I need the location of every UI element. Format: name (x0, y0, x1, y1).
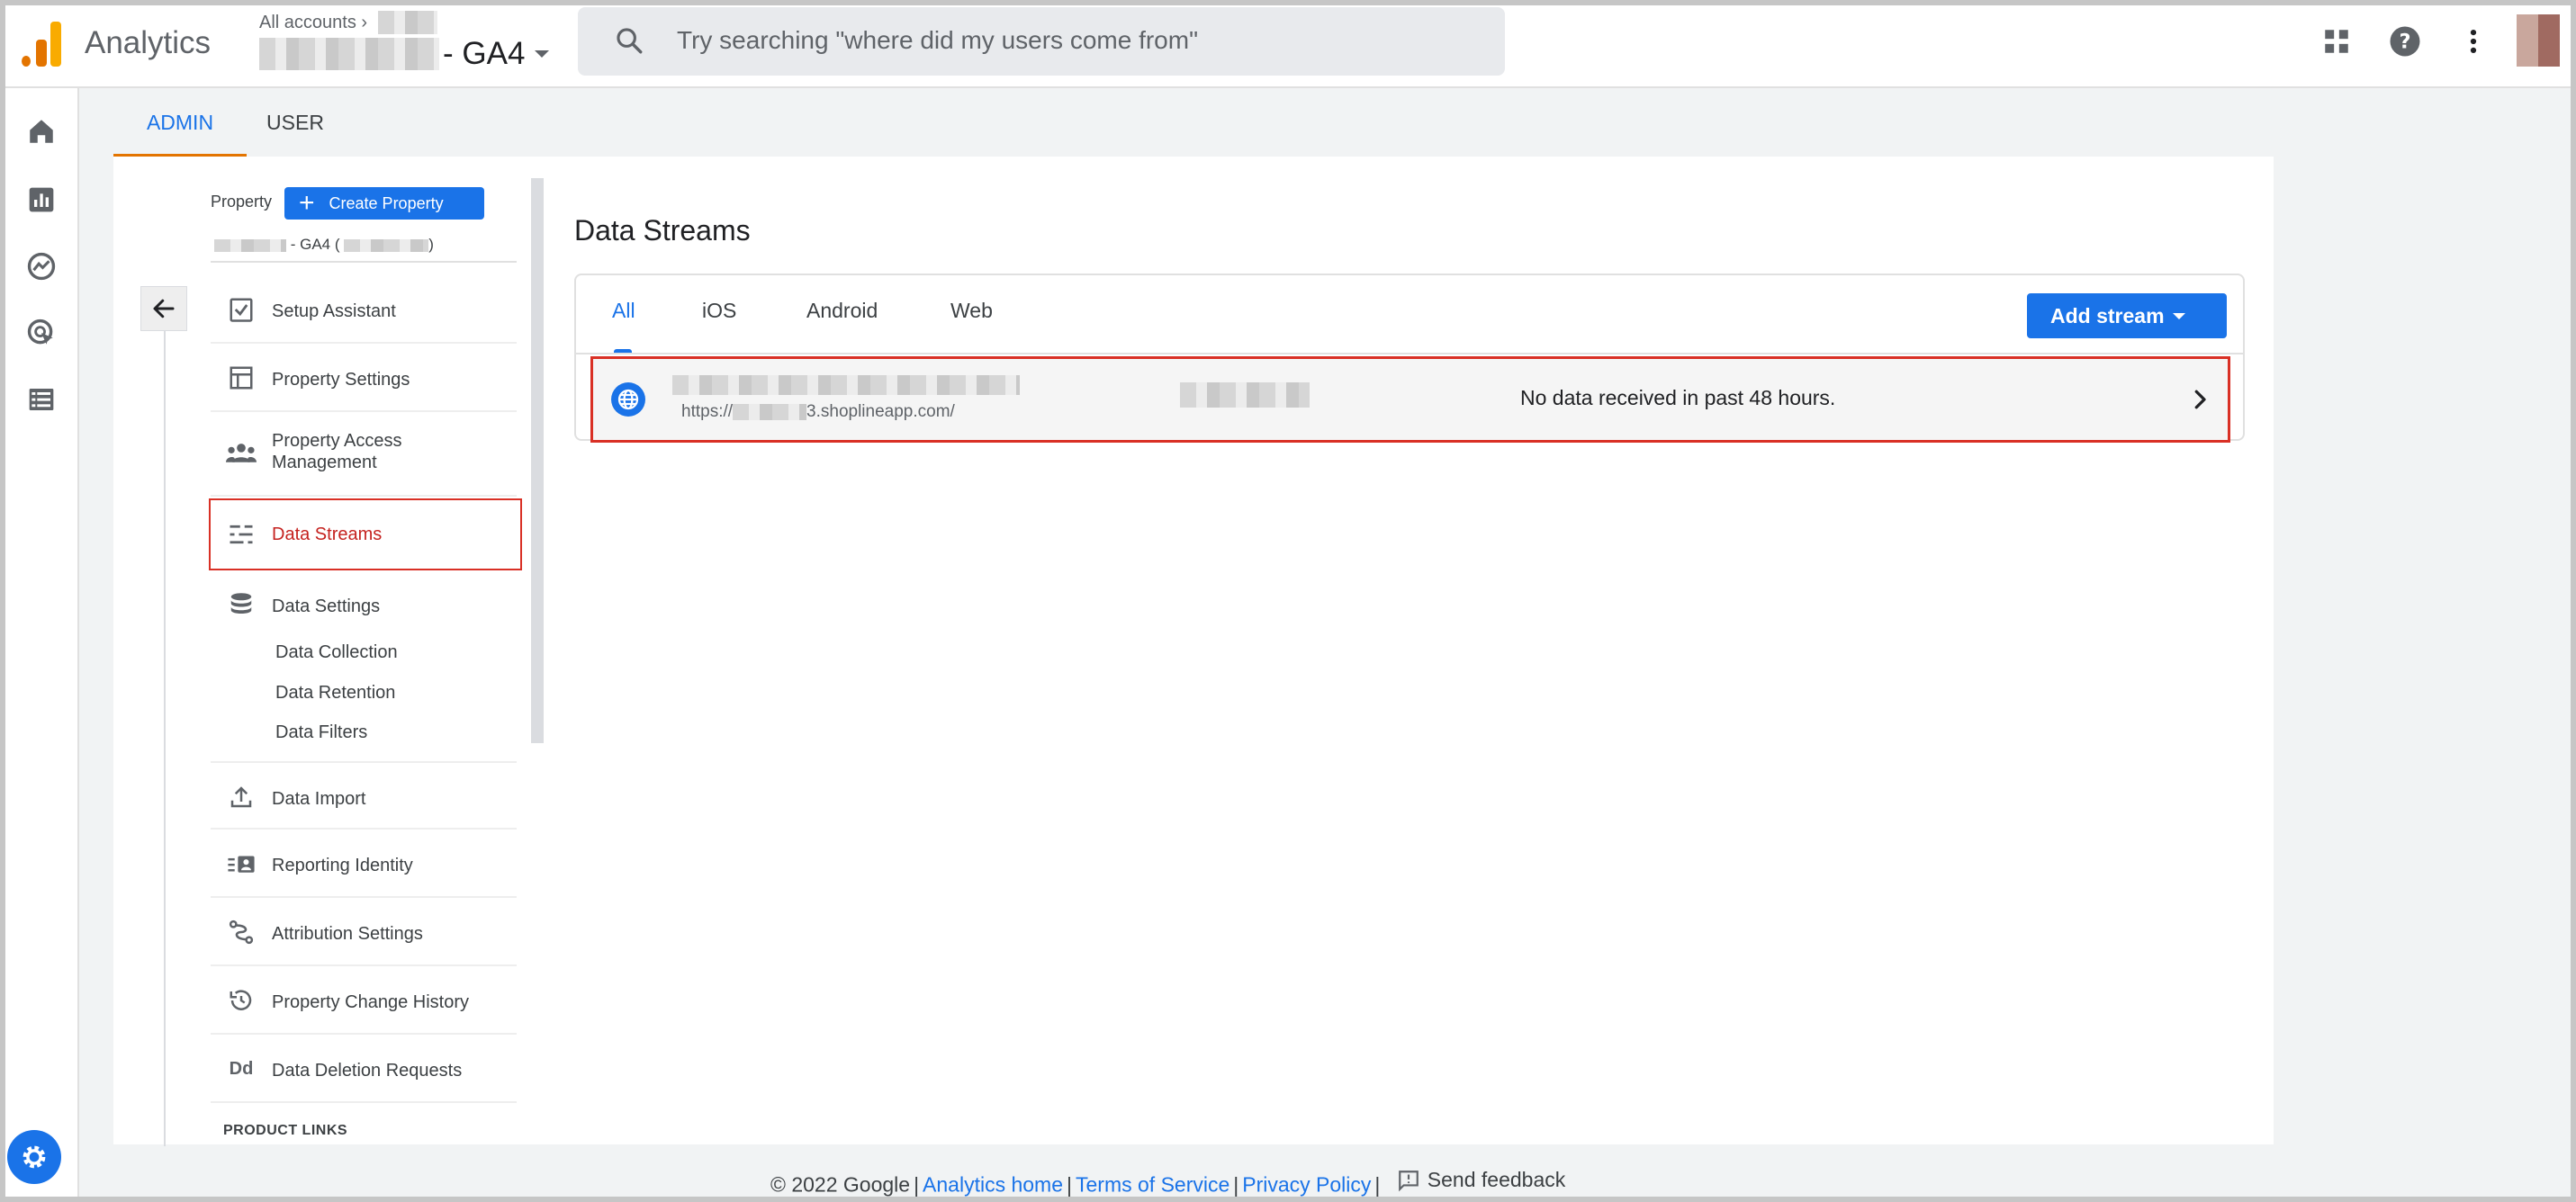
redacted-account-name (378, 11, 437, 34)
nav-data-settings[interactable]: Data Settings (211, 570, 517, 641)
reports-icon[interactable] (23, 182, 59, 218)
top-bar: Analytics All accounts › - GA4 ? (5, 5, 2571, 88)
configure-list-icon[interactable] (23, 381, 59, 417)
property-divider (211, 261, 517, 263)
nav-label: Data Streams (272, 525, 383, 544)
tab-android[interactable]: Android (806, 299, 878, 323)
people-icon (225, 437, 257, 470)
account-avatar[interactable] (2517, 14, 2560, 67)
history-icon (225, 984, 257, 1017)
property-dropdown-icon[interactable] (535, 50, 549, 58)
redacted-property-prefix (214, 238, 286, 252)
back-button[interactable] (140, 286, 187, 331)
redacted-url-part (733, 403, 807, 420)
arrow-back-icon (153, 299, 175, 318)
data-streams-icon (225, 518, 257, 551)
search-input[interactable] (675, 20, 1471, 61)
database-icon (225, 588, 257, 621)
nav-label: Reporting Identity (272, 856, 413, 875)
tab-admin[interactable]: ADMIN (113, 88, 247, 157)
advertising-icon[interactable] (23, 315, 59, 351)
nav-label: Setup Assistant (272, 301, 396, 321)
upload-icon (225, 781, 257, 813)
admin-gear-icon[interactable] (7, 1130, 61, 1184)
tab-web[interactable]: Web (950, 299, 993, 323)
sub-item-data-collection[interactable]: Data Collection (275, 642, 398, 663)
property-settings-icon (225, 362, 257, 394)
plus-icon: + (299, 188, 315, 218)
page-title: Data Streams (574, 214, 751, 247)
nav-data-deletion-requests[interactable]: Dd Data Deletion Requests (211, 1035, 517, 1103)
tab-ios[interactable]: iOS (702, 299, 736, 323)
nav-property-settings[interactable]: Property Settings (211, 344, 517, 412)
redacted-property-name (259, 38, 439, 70)
nav-attribution-settings[interactable]: Attribution Settings (211, 898, 517, 966)
property-label: Property (211, 193, 273, 211)
stream-url: https://3.shoplineapp.com/ (681, 402, 955, 421)
nav-property-change-history[interactable]: Property Change History (211, 966, 517, 1035)
all-accounts-breadcrumb[interactable]: All accounts › (259, 13, 367, 33)
nav-reporting-identity[interactable]: Reporting Identity (211, 830, 517, 898)
product-links-heading: PRODUCT LINKS (223, 1123, 348, 1138)
send-feedback-button[interactable]: Send feedback (1397, 1168, 1565, 1192)
apps-grid-icon[interactable] (2319, 23, 2355, 59)
footer: © 2022 Google | Analytics home | Terms of Se… (770, 1168, 1566, 1197)
checklist-icon (225, 293, 257, 326)
nav-data-import[interactable]: Data Import (211, 761, 517, 830)
nav-label: Data Import (272, 789, 366, 809)
svg-text:?: ? (2399, 31, 2410, 54)
analytics-logo[interactable] (22, 20, 61, 67)
nav-setup-assistant[interactable]: Setup Assistant (211, 277, 517, 344)
attribution-icon (225, 916, 257, 948)
nav-label: Attribution Settings (272, 924, 423, 944)
add-stream-button[interactable]: Add stream (2027, 293, 2227, 338)
search-bar[interactable] (578, 7, 1505, 76)
data-streams-card: All iOS Android Web Add stream https://3… (574, 274, 2245, 443)
app-title: Analytics (85, 25, 212, 60)
nav-label: Property Access Management (272, 431, 402, 472)
terms-link[interactable]: Terms of Service (1076, 1173, 1229, 1197)
admin-content: Property + Create Property - GA4 ( ) Set… (113, 157, 2274, 1146)
chevron-right-icon[interactable] (2186, 386, 2213, 417)
copyright: © 2022 Google (770, 1172, 911, 1197)
privacy-link[interactable]: Privacy Policy (1242, 1173, 1371, 1197)
redacted-property-id (344, 238, 429, 252)
more-options-icon[interactable] (2455, 23, 2491, 59)
analytics-home-link[interactable]: Analytics home (923, 1173, 1063, 1197)
card-divider (576, 353, 2243, 354)
feedback-icon (1398, 1170, 1419, 1191)
help-icon[interactable]: ? (2387, 23, 2423, 59)
nav-data-streams[interactable]: Data Streams (209, 498, 522, 570)
globe-icon (611, 382, 645, 417)
tab-all[interactable]: All (612, 299, 635, 323)
property-selector-label[interactable]: - GA4 (443, 36, 525, 72)
nav-scrollbar[interactable] (531, 178, 544, 743)
nav-label: Data Settings (272, 597, 381, 616)
nav-label: Data Deletion Requests (272, 1061, 463, 1081)
dropdown-arrow-icon (2173, 313, 2185, 319)
home-icon[interactable] (23, 113, 59, 149)
sub-item-data-retention[interactable]: Data Retention (275, 683, 395, 704)
reporting-identity-icon (225, 848, 257, 880)
stream-status: No data received in past 48 hours. (1520, 386, 1836, 409)
nav-label: Property Change History (272, 992, 469, 1012)
redacted-stream-name (672, 375, 1020, 395)
nav-property-access-management[interactable]: Property Access Management (211, 412, 517, 497)
tab-user[interactable]: USER (259, 88, 331, 157)
redacted-stream-id (1180, 382, 1310, 408)
explore-icon[interactable] (23, 248, 59, 284)
dd-icon: Dd (229, 1058, 254, 1079)
sub-item-data-filters[interactable]: Data Filters (275, 722, 367, 743)
nav-divider-line (164, 292, 166, 1146)
left-nav-rail (5, 88, 79, 1197)
nav-label: Property Settings (272, 370, 410, 390)
stream-row[interactable]: https://3.shoplineapp.com/ No data recei… (590, 356, 2230, 443)
create-property-button[interactable]: + Create Property (284, 187, 484, 220)
search-icon (614, 25, 644, 60)
property-select[interactable]: - GA4 ( ) (214, 236, 434, 254)
